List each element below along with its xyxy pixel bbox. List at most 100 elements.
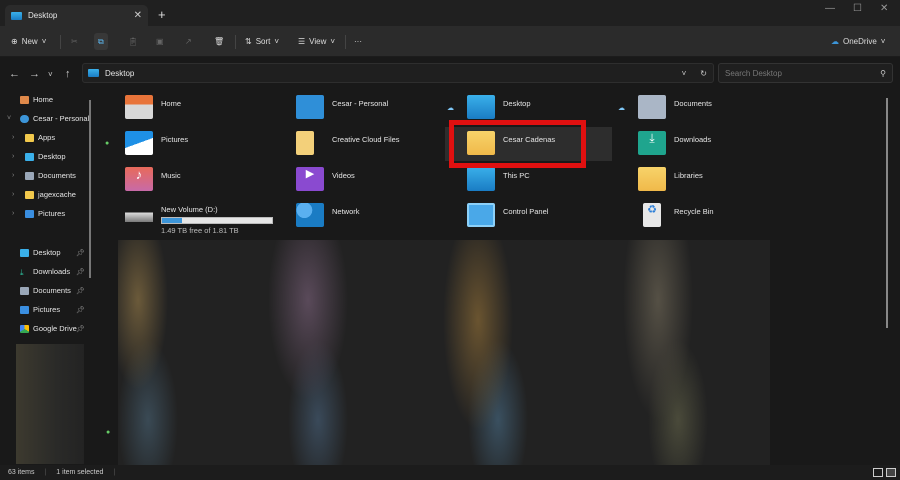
tab-desktop[interactable]: Desktop ✕ <box>5 5 148 26</box>
sidebar-item-desktop[interactable]: Desktop <box>25 152 66 161</box>
quick-access-downloads[interactable]: ⤓ Downloads <box>20 267 70 277</box>
item-control-panel[interactable]: Control Panel <box>437 198 608 232</box>
up-button[interactable]: ↑ <box>65 68 71 80</box>
videos-folder-icon: ▶ <box>296 167 324 191</box>
chevron-right-icon[interactable]: › <box>12 134 14 141</box>
divider <box>345 35 346 49</box>
sidebar-item-documents[interactable]: Documents <box>25 171 76 180</box>
sort-button[interactable]: ⇅ Sort ˅ <box>245 33 279 50</box>
item-cesar-personal[interactable]: Cesar - Personal <box>266 90 437 124</box>
quick-access-documents[interactable]: Documents <box>20 286 71 295</box>
close-tab-icon[interactable]: ✕ <box>134 10 142 21</box>
item-new-volume-d[interactable]: New Volume (D:) 1.49 TB free of 1.81 TB <box>95 198 295 235</box>
search-icon: ⚲ <box>880 68 886 78</box>
status-bar: 63 items | 1 item selected | <box>0 465 900 480</box>
sidebar-item-onedrive[interactable]: Cesar - Personal <box>20 114 89 123</box>
blurred-region <box>16 344 84 464</box>
google-drive-icon <box>20 324 29 333</box>
onedrive-button[interactable]: ☁ OneDrive ˅ <box>831 33 885 50</box>
home-icon <box>125 95 153 119</box>
libraries-folder-icon <box>638 167 666 191</box>
recycle-bin-icon: ♻ <box>643 203 661 227</box>
desktop-folder-icon <box>467 95 495 119</box>
sidebar-item-home[interactable]: Home <box>20 95 53 104</box>
view-button[interactable]: ☰ View ˅ <box>298 33 335 50</box>
forward-button[interactable]: → <box>29 68 40 80</box>
chevron-down-icon[interactable]: ˅ <box>7 115 11 122</box>
desktop-folder-icon <box>11 11 22 20</box>
minimize-button[interactable]: — <box>825 3 835 14</box>
maximize-button[interactable]: ☐ <box>853 3 862 14</box>
cloud-status-icon: ☁ <box>447 105 454 112</box>
more-options-button[interactable]: ··· <box>354 33 362 50</box>
chevron-down-icon: ˅ <box>274 37 280 46</box>
new-button[interactable]: ⊕ New ˅ <box>11 33 46 50</box>
item-pictures[interactable]: ● Pictures <box>95 126 266 160</box>
rename-button[interactable]: ▣ <box>156 33 164 50</box>
item-videos[interactable]: ▶ Videos <box>266 162 437 196</box>
delete-button[interactable]: 🗑︎ <box>214 33 224 50</box>
pin-icon[interactable]: 📌︎ <box>76 249 85 257</box>
chevron-down-icon: ˅ <box>880 37 886 46</box>
content-scrollbar[interactable] <box>886 98 888 328</box>
copy-button[interactable]: ⧉ <box>94 33 108 50</box>
scissors-icon: ✂ <box>71 37 78 46</box>
paste-button[interactable]: 📋︎ <box>128 33 138 50</box>
sidebar-item-pictures[interactable]: Pictures <box>25 209 65 218</box>
sort-icon: ⇅ <box>245 37 252 46</box>
chevron-down-icon: ˅ <box>41 37 47 46</box>
recent-locations-button[interactable]: ˅ <box>48 70 53 79</box>
quick-access-pictures[interactable]: Pictures <box>20 305 60 314</box>
cloud-icon: ☁ <box>831 37 839 46</box>
music-folder-icon: ♪ <box>125 167 153 191</box>
address-bar[interactable]: Desktop ˅ ↻ <box>82 63 714 83</box>
details-view-button[interactable] <box>873 468 883 477</box>
back-button[interactable]: ← <box>9 68 20 80</box>
item-libraries[interactable]: Libraries <box>608 162 779 196</box>
sidebar-item-jagexcache[interactable]: jagexcache <box>25 190 76 199</box>
share-button[interactable]: ↗ <box>185 33 192 50</box>
desktop-icon <box>25 152 34 161</box>
item-network[interactable]: Network <box>266 198 437 232</box>
new-tab-button[interactable]: + <box>158 7 166 22</box>
item-creative-cloud-files[interactable]: Creative Cloud Files <box>266 126 437 160</box>
chevron-right-icon[interactable]: › <box>12 172 14 179</box>
control-panel-icon <box>467 203 495 227</box>
trash-icon: 🗑︎ <box>214 37 225 46</box>
download-icon: ⤓ <box>20 267 24 277</box>
computer-icon <box>467 167 495 191</box>
view-list-icon: ☰ <box>298 37 306 46</box>
address-dropdown-icon[interactable]: ˅ <box>682 69 687 78</box>
onedrive-folder-icon <box>296 95 324 119</box>
item-recycle-bin[interactable]: ♻ Recycle Bin <box>608 198 779 232</box>
pictures-icon <box>25 209 34 218</box>
quick-access-google-drive[interactable]: Google Drive <box>20 324 77 333</box>
pin-icon[interactable]: 📌︎ <box>76 325 85 333</box>
refresh-icon[interactable]: ↻ <box>700 69 707 78</box>
item-desktop[interactable]: ☁ Desktop <box>437 90 608 124</box>
cloud-icon <box>20 114 29 123</box>
pin-icon[interactable]: 📌︎ <box>76 268 85 276</box>
chevron-right-icon[interactable]: › <box>12 210 14 217</box>
pictures-icon <box>20 305 29 314</box>
chevron-right-icon[interactable]: › <box>12 191 14 198</box>
drive-usage-fill <box>162 218 182 223</box>
synced-status-icon: ● <box>105 140 110 147</box>
chevron-right-icon[interactable]: › <box>12 153 14 160</box>
folder-icon <box>25 133 34 142</box>
pin-icon[interactable]: 📌︎ <box>76 306 85 314</box>
sidebar-scrollbar[interactable] <box>89 100 91 278</box>
pin-icon[interactable]: 📌︎ <box>76 287 85 295</box>
cut-button[interactable]: ✂ <box>71 33 78 50</box>
item-documents[interactable]: ☁ Documents <box>608 90 779 124</box>
sidebar-item-apps[interactable]: Apps <box>25 133 55 142</box>
tiles-view-button[interactable] <box>886 468 896 477</box>
clipboard-icon: 📋︎ <box>128 37 139 46</box>
drive-icon <box>125 203 153 227</box>
quick-access-desktop[interactable]: Desktop <box>20 248 61 257</box>
close-window-button[interactable]: ✕ <box>880 3 888 14</box>
item-music[interactable]: ♪ Music <box>95 162 266 196</box>
item-home[interactable]: Home <box>95 90 266 124</box>
item-downloads[interactable]: ⤓ Downloads <box>608 126 779 160</box>
search-input[interactable]: Search Desktop ⚲ <box>718 63 893 83</box>
